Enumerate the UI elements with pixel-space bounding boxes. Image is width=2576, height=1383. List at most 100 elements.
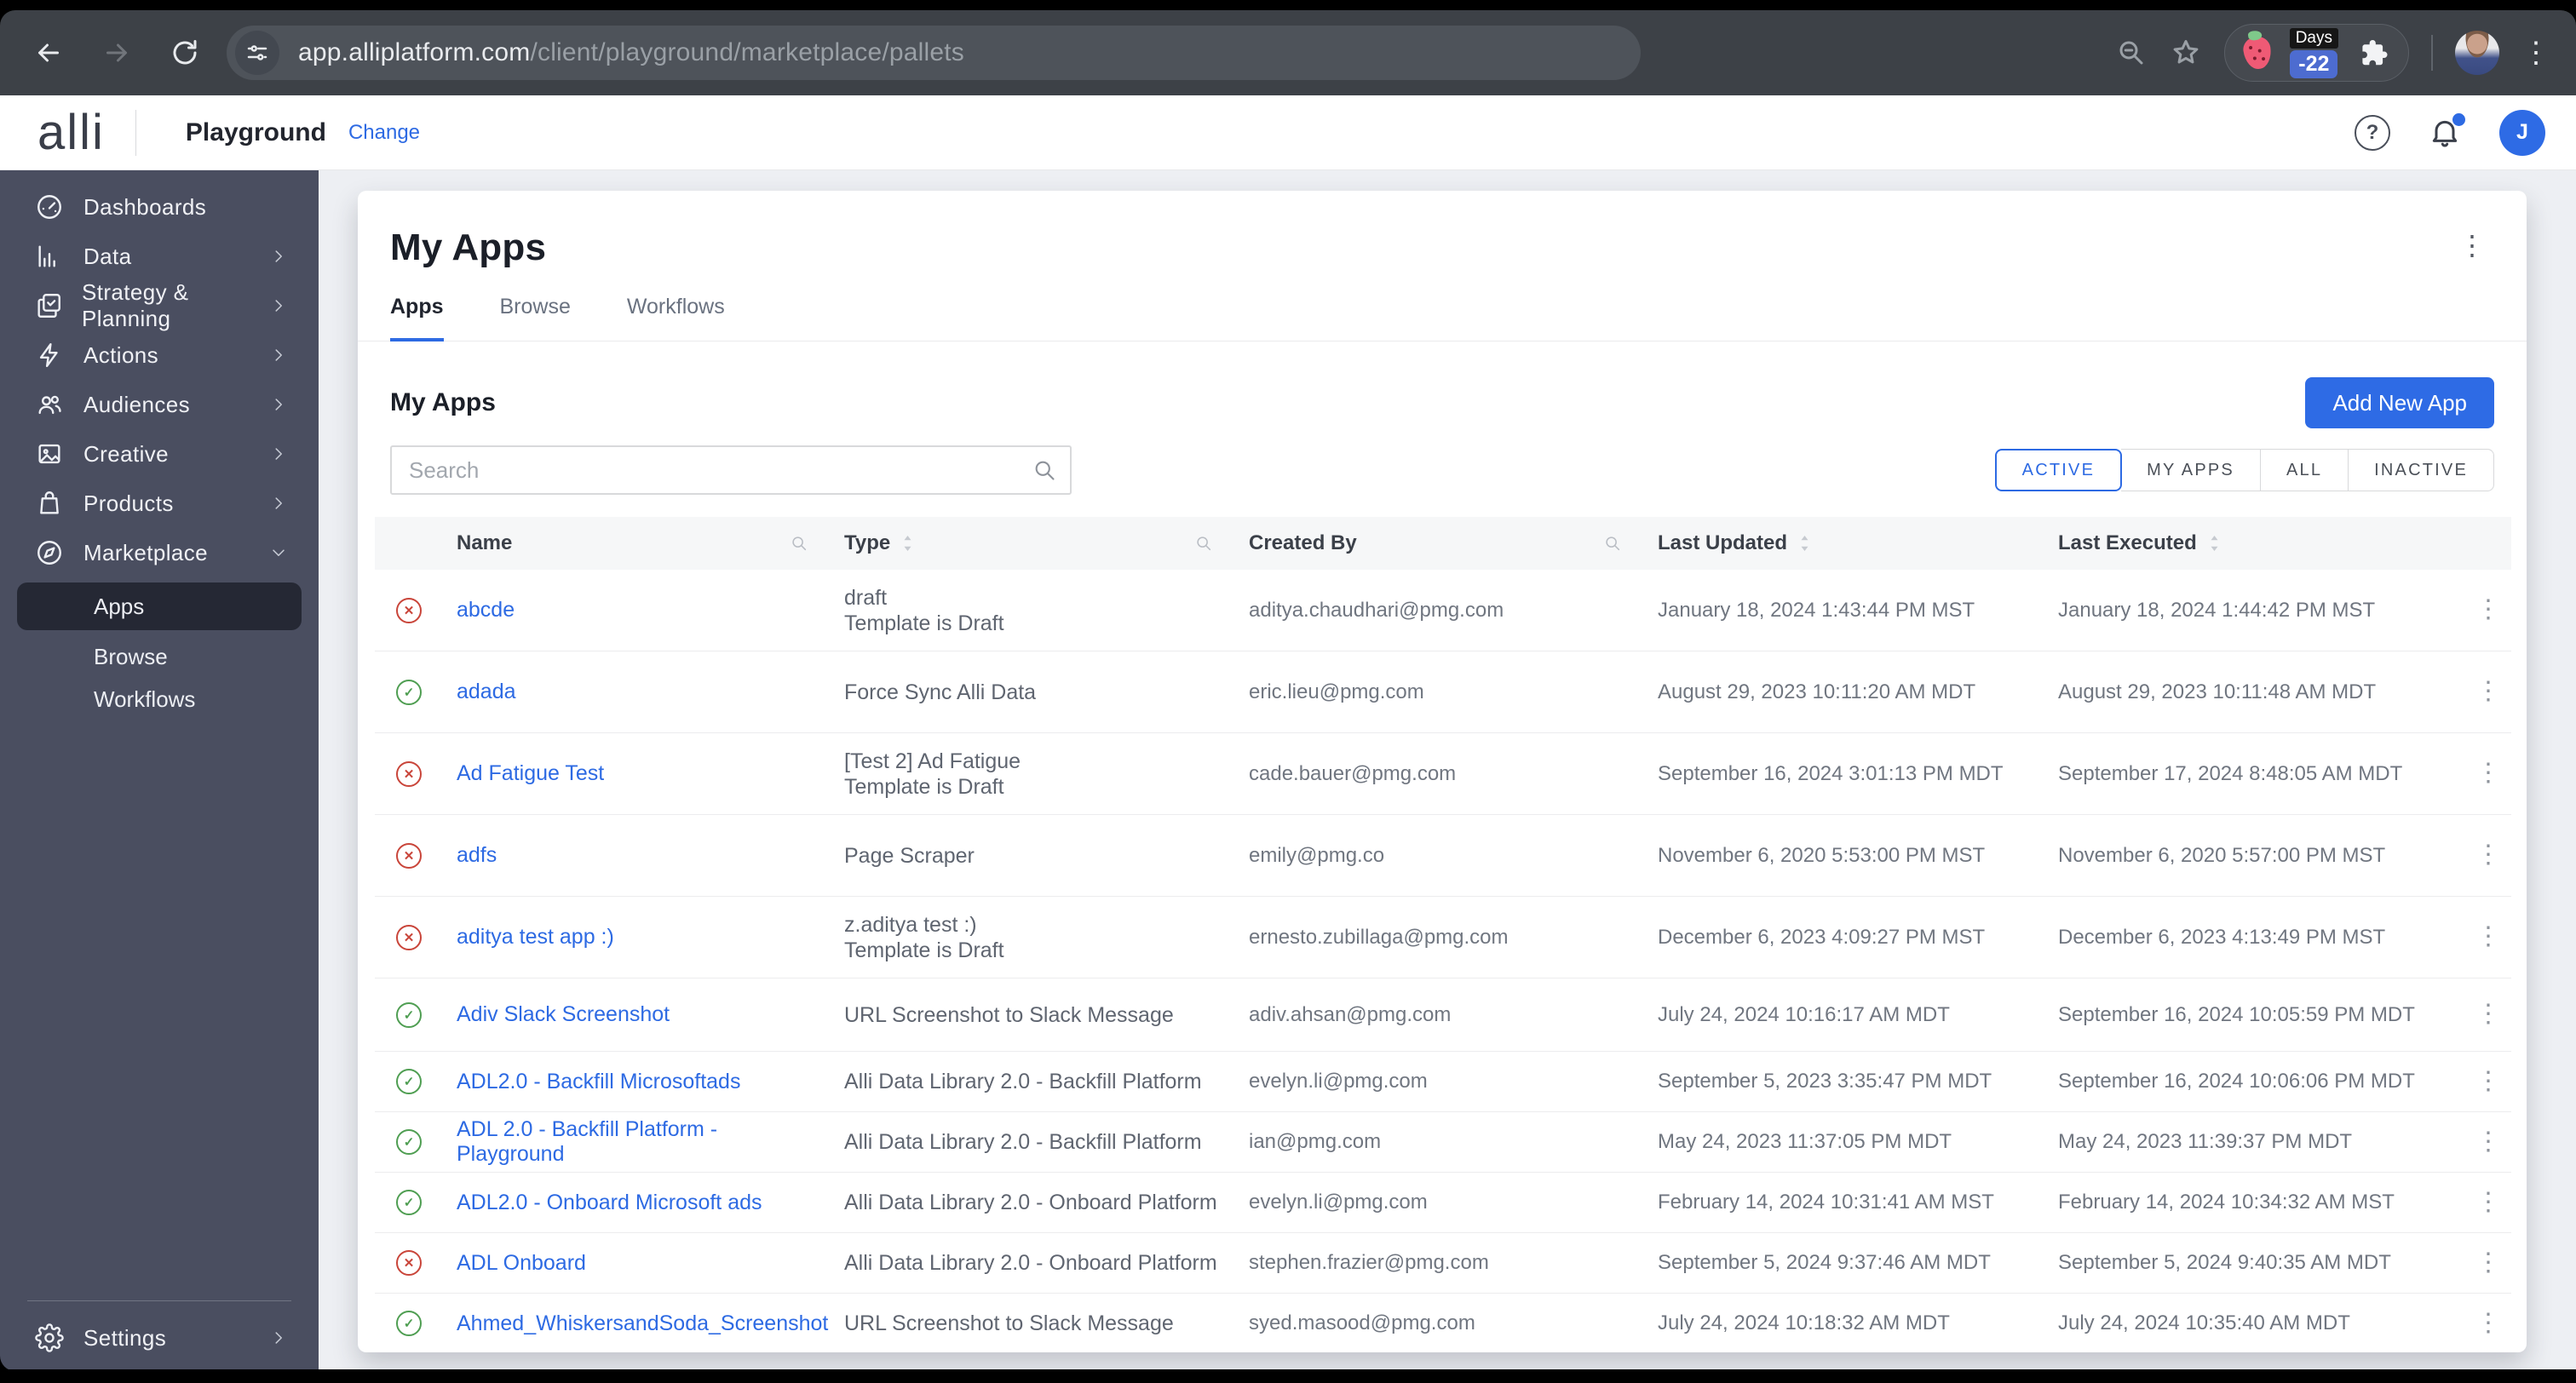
- app-type: draft Template is Draft: [844, 585, 1004, 635]
- filter-all[interactable]: ALL: [2260, 449, 2349, 491]
- created-by: ernesto.zubillaga@pmg.com: [1249, 925, 1509, 949]
- app-name-link[interactable]: adada: [457, 680, 516, 703]
- app-name-link[interactable]: abcde: [457, 598, 515, 622]
- my-apps-card: My Apps ⋮ Apps Browse Workflows My Apps Ad…: [358, 191, 2527, 1352]
- last-executed: May 24, 2023 11:39:37 PM MDT: [2058, 1130, 2353, 1153]
- app-name-link[interactable]: ADL2.0 - Onboard Microsoft ads: [457, 1191, 762, 1214]
- sidebar-subitem-apps[interactable]: Apps: [17, 582, 302, 630]
- chevron-right-icon: [269, 346, 288, 364]
- table-row: ✕ abcde draft Template is Draft aditya.ch…: [375, 570, 2511, 651]
- sidebar-item-creative[interactable]: Creative: [0, 429, 319, 479]
- tab-workflows[interactable]: Workflows: [627, 295, 725, 341]
- filter-active[interactable]: ACTIVE: [1994, 449, 2123, 491]
- app-name-link[interactable]: ADL 2.0 - Backfill Platform - Playground: [457, 1117, 717, 1166]
- column-header-name[interactable]: Name: [443, 517, 831, 570]
- sort-icon[interactable]: [900, 533, 915, 554]
- search-input[interactable]: [390, 445, 1072, 495]
- sidebar-item-strategy-planning[interactable]: Strategy & Planning: [0, 279, 319, 331]
- column-search-icon[interactable]: [790, 534, 808, 553]
- column-header-type[interactable]: Type: [831, 517, 1235, 570]
- sidebar-item-actions[interactable]: Actions: [0, 330, 319, 380]
- sort-icon[interactable]: [2207, 533, 2222, 554]
- browser-toolbar: app.alliplatform.com/client/playground/m…: [0, 10, 2576, 95]
- column-search-icon[interactable]: [1603, 534, 1622, 553]
- row-menu-icon[interactable]: ⋮: [2467, 1001, 2510, 1028]
- app-type: Alli Data Library 2.0 - Backfill Platfor…: [844, 1070, 1202, 1093]
- sidebar-subitem-workflows[interactable]: Workflows: [17, 678, 302, 720]
- app-name-link[interactable]: aditya test app :): [457, 925, 614, 949]
- bookmark-star-icon[interactable]: [2170, 37, 2202, 69]
- row-menu-icon[interactable]: ⋮: [2467, 679, 2510, 705]
- address-bar[interactable]: app.alliplatform.com/client/playground/m…: [227, 26, 1641, 80]
- tab-apps[interactable]: Apps: [390, 295, 444, 341]
- browser-back-icon[interactable]: [32, 37, 65, 69]
- days-extension-badge[interactable]: Days -22: [2289, 27, 2338, 78]
- zoom-out-icon[interactable]: [2115, 37, 2148, 69]
- filter-inactive[interactable]: INACTIVE: [2349, 449, 2494, 491]
- browser-reload-icon[interactable]: [169, 37, 201, 69]
- column-header-created-by[interactable]: Created By: [1235, 517, 1644, 570]
- row-menu-icon[interactable]: ⋮: [2467, 1250, 2510, 1277]
- status-active-icon: ✓: [396, 1311, 422, 1336]
- sidebar: Dashboards Data Strategy & Planning Acti…: [0, 170, 319, 1371]
- strawberry-extension-icon[interactable]: [2241, 34, 2274, 72]
- row-menu-icon[interactable]: ⋮: [2467, 1190, 2510, 1216]
- people-icon: [34, 389, 65, 420]
- table-row: ✓ ADL 2.0 - Backfill Platform - Playgrou…: [375, 1112, 2511, 1173]
- client-name: Playground: [185, 118, 326, 146]
- add-new-app-button[interactable]: Add New App: [2305, 377, 2494, 428]
- compass-icon: [34, 537, 65, 568]
- sidebar-item-settings[interactable]: Settings: [0, 1313, 319, 1363]
- created-by: emily@pmg.co: [1249, 843, 1385, 867]
- row-menu-icon[interactable]: ⋮: [2467, 1069, 2510, 1095]
- row-menu-icon[interactable]: ⋮: [2467, 1129, 2510, 1156]
- user-avatar[interactable]: J: [2499, 109, 2545, 156]
- sidebar-item-audiences[interactable]: Audiences: [0, 380, 319, 429]
- app-name-link[interactable]: Ad Fatigue Test: [457, 761, 604, 785]
- notifications-bell-icon[interactable]: [2428, 112, 2465, 151]
- gear-icon: [34, 1323, 65, 1353]
- browser-profile-avatar[interactable]: [2455, 31, 2499, 75]
- row-menu-icon[interactable]: ⋮: [2467, 924, 2510, 950]
- created-by: adiv.ahsan@pmg.com: [1249, 1002, 1452, 1026]
- page-title: My Apps: [390, 227, 547, 268]
- created-by: syed.masood@pmg.com: [1249, 1311, 1475, 1334]
- filter-my-apps[interactable]: MY APPS: [2121, 449, 2261, 491]
- row-menu-icon[interactable]: ⋮: [2467, 1311, 2510, 1337]
- app-name-link[interactable]: Ahmed_WhiskersandSoda_Screenshot: [457, 1311, 828, 1335]
- card-menu-icon[interactable]: ⋮: [2450, 227, 2494, 264]
- app-type: [Test 2] Ad Fatigue Template is Draft: [844, 749, 1021, 799]
- change-client-link[interactable]: Change: [348, 121, 420, 145]
- status-active-icon: ✓: [396, 1129, 422, 1155]
- extensions-pill: Days -22: [2223, 24, 2409, 82]
- column-search-icon[interactable]: [1194, 534, 1213, 553]
- chevron-down-icon: [269, 543, 288, 562]
- help-icon[interactable]: ?: [2355, 114, 2390, 151]
- column-header-last-updated[interactable]: Last Updated: [1644, 517, 2044, 570]
- tab-browse[interactable]: Browse: [500, 295, 571, 341]
- gauge-icon: [34, 192, 65, 222]
- sort-icon[interactable]: [1797, 533, 1812, 554]
- app-name-link[interactable]: adfs: [457, 843, 497, 867]
- sidebar-item-marketplace[interactable]: Marketplace: [0, 528, 319, 577]
- row-menu-icon[interactable]: ⋮: [2467, 760, 2510, 787]
- site-settings-icon[interactable]: [235, 31, 279, 75]
- sidebar-subitem-browse[interactable]: Browse: [17, 635, 302, 678]
- row-menu-icon[interactable]: ⋮: [2467, 597, 2510, 623]
- app-name-link[interactable]: ADL Onboard: [457, 1251, 586, 1275]
- row-menu-icon[interactable]: ⋮: [2467, 842, 2510, 869]
- sidebar-item-products[interactable]: Products: [0, 479, 319, 528]
- sidebar-item-dashboards[interactable]: Dashboards: [0, 182, 319, 232]
- sidebar-item-data[interactable]: Data: [0, 232, 319, 281]
- extensions-puzzle-icon[interactable]: [2357, 37, 2389, 69]
- browser-menu-icon[interactable]: ⋮: [2521, 38, 2550, 67]
- last-executed: September 16, 2024 10:05:59 PM MDT: [2058, 1002, 2415, 1026]
- app-name-link[interactable]: Adiv Slack Screenshot: [457, 1002, 670, 1026]
- sidebar-divider: [27, 1300, 291, 1301]
- last-executed: August 29, 2023 10:11:48 AM MDT: [2058, 680, 2377, 703]
- column-header-last-executed[interactable]: Last Executed: [2044, 517, 2453, 570]
- created-by: ian@pmg.com: [1249, 1130, 1382, 1153]
- app-name-link[interactable]: ADL2.0 - Backfill Microsoftads: [457, 1070, 740, 1093]
- app-type: Page Scraper: [844, 843, 975, 868]
- browser-forward-icon[interactable]: [101, 37, 133, 69]
